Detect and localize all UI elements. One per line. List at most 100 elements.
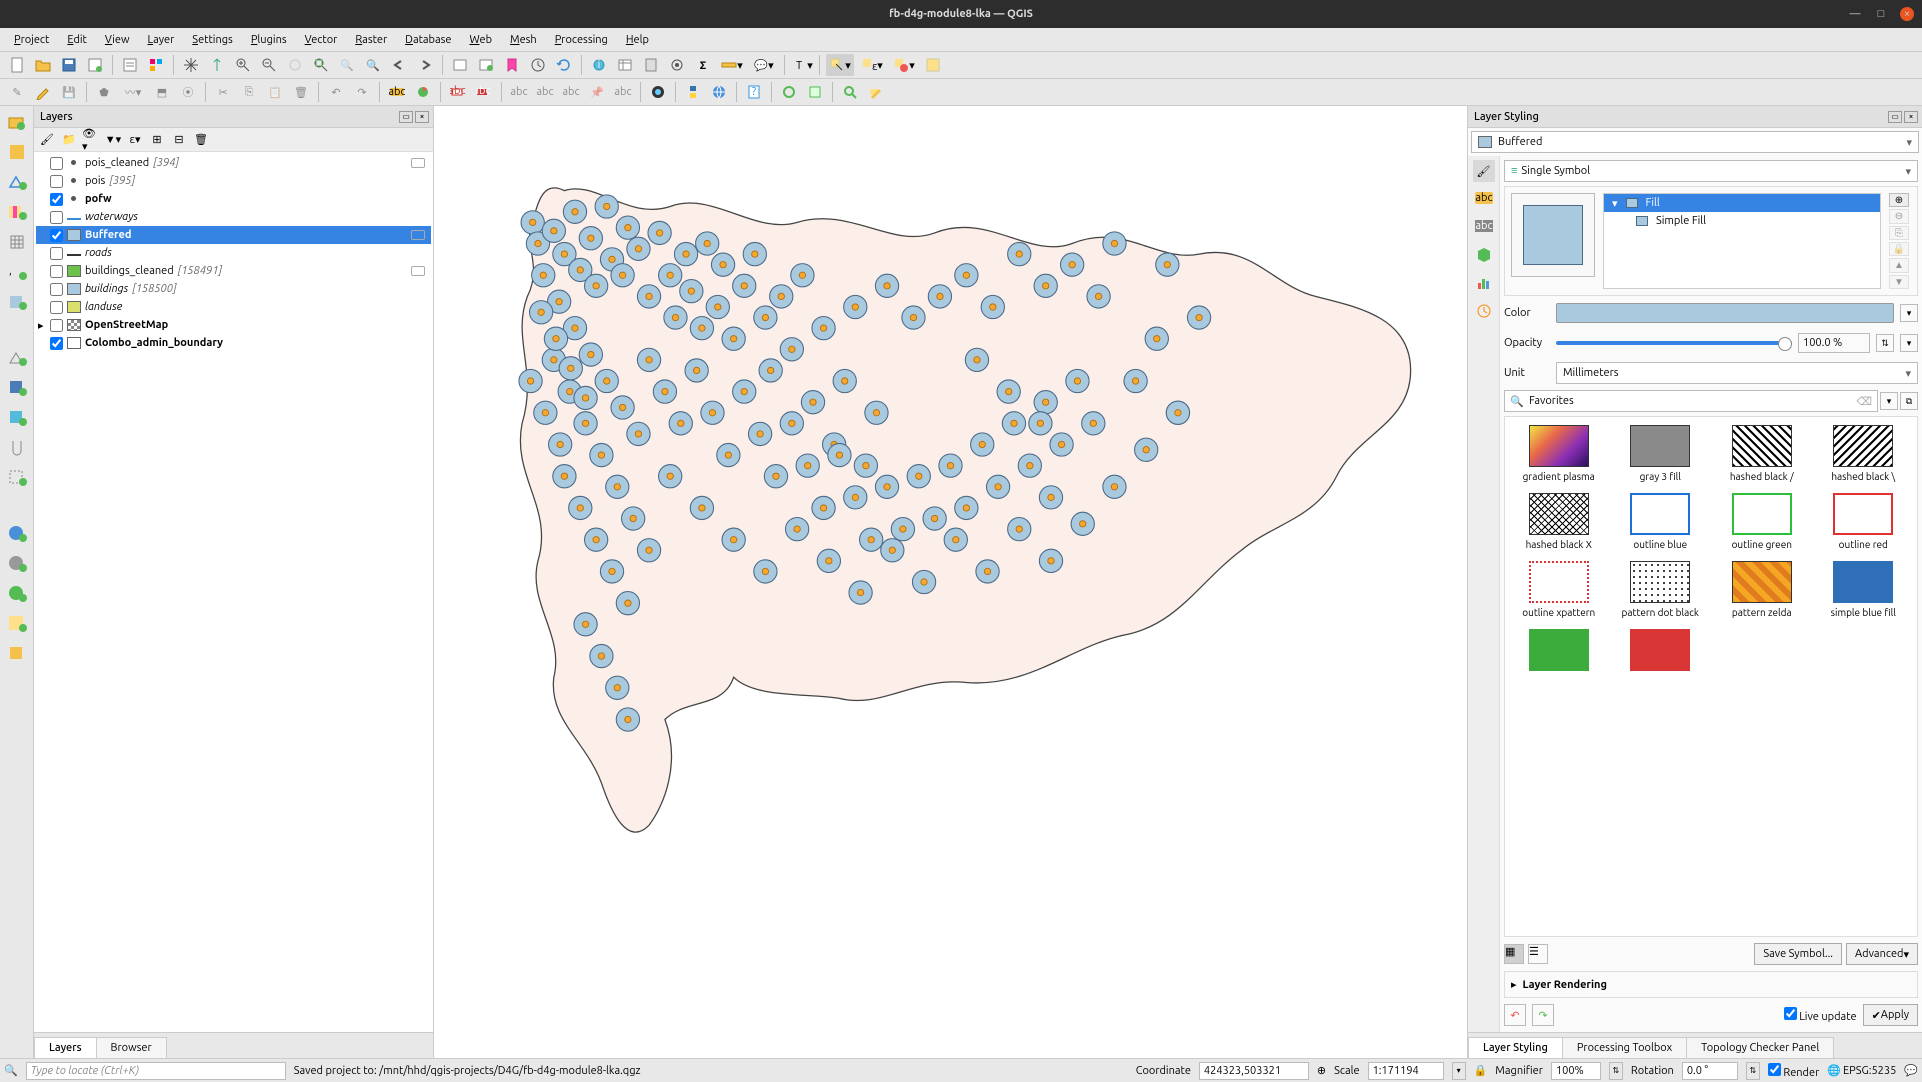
move-label-icon[interactable]: abc (508, 81, 530, 103)
zoom-selection-icon[interactable]: 🔍 (336, 54, 358, 76)
render-checkbox[interactable]: Render (1768, 1063, 1819, 1079)
new-spatial-bookmark-icon[interactable] (475, 54, 497, 76)
lock-scale-icon[interactable]: 🔒 (1474, 1064, 1488, 1077)
new-gpkg-icon[interactable] (5, 406, 29, 430)
toggle-label-icon[interactable]: abc (473, 81, 495, 103)
scale-field[interactable]: 1:171194 (1368, 1062, 1444, 1080)
lock-symbol-icon[interactable]: 🔒 (1889, 242, 1909, 256)
add-csv-icon[interactable]: , (5, 260, 29, 284)
diagrams-tab-icon[interactable] (1473, 272, 1495, 294)
add-feature-icon[interactable]: ⬟ (93, 81, 115, 103)
add-vector-icon[interactable] (5, 170, 29, 194)
dup-symbol-icon[interactable]: ⎘ (1889, 226, 1909, 240)
show-label-icon[interactable]: abc (612, 81, 634, 103)
map-canvas[interactable] (434, 106, 1467, 1058)
statistics-icon[interactable]: Σ (692, 54, 714, 76)
metasearch-icon[interactable] (708, 81, 730, 103)
gallery-list-icon[interactable]: ☰ (1528, 944, 1548, 964)
layer-row[interactable]: waterways (36, 208, 431, 226)
more-providers-icon[interactable] (5, 642, 29, 666)
window-minimize-icon[interactable]: — (1848, 7, 1862, 21)
qms-add-icon[interactable] (865, 81, 887, 103)
browser-tab[interactable]: Browser (96, 1037, 167, 1058)
help-icon[interactable]: ? (743, 81, 765, 103)
coordinate-field[interactable]: 424323,503321 (1199, 1062, 1309, 1080)
save-edits-icon[interactable]: 💾 (58, 81, 80, 103)
messages-icon[interactable]: 💬 (1904, 1064, 1918, 1077)
vertex-tool-icon[interactable]: ⦿ (177, 81, 199, 103)
layer-row[interactable]: buildings_cleaned [158491] (36, 262, 431, 280)
menu-raster[interactable]: Raster (347, 31, 395, 49)
symbol-swatch[interactable]: outline xpattern (1513, 561, 1605, 619)
toolbox-icon[interactable] (666, 54, 688, 76)
new-spatialite-icon[interactable] (5, 376, 29, 400)
open-project-icon[interactable] (32, 54, 54, 76)
new-shapefile-icon[interactable] (5, 346, 29, 370)
highlight-label-icon[interactable]: abc (447, 81, 469, 103)
panel-close-icon[interactable]: × (415, 111, 429, 123)
move-down-icon[interactable]: ▼ (1889, 275, 1909, 289)
menu-plugins[interactable]: Plugins (243, 31, 295, 49)
manage-themes-icon[interactable]: 👁▾ (82, 131, 100, 149)
symbol-search-input[interactable]: 🔍Favorites⌫ (1504, 390, 1878, 412)
menu-database[interactable]: Database (397, 31, 459, 49)
layer-visibility-checkbox[interactable] (50, 301, 63, 314)
menu-settings[interactable]: Settings (184, 31, 241, 49)
tab-processing-toolbox[interactable]: Processing Toolbox (1562, 1037, 1687, 1058)
add-mesh-icon[interactable] (5, 230, 29, 254)
symbol-swatch[interactable]: pattern zelda (1716, 561, 1808, 619)
layer-selector[interactable]: Buffered (1471, 131, 1919, 153)
locator-input[interactable]: Type to locate (Ctrl+K) (26, 1062, 286, 1080)
layer-row[interactable]: pofw (36, 190, 431, 208)
window-close-icon[interactable]: × (1900, 7, 1914, 21)
layer-visibility-checkbox[interactable] (50, 211, 63, 224)
symbol-swatch[interactable] (1615, 629, 1707, 675)
renderer-selector[interactable]: ≡Single Symbol (1504, 160, 1918, 182)
rotate-label-icon[interactable]: abc (534, 81, 556, 103)
zoom-layer-icon[interactable]: 🔍 (362, 54, 384, 76)
menu-processing[interactable]: Processing (547, 31, 616, 49)
paste-icon[interactable]: 📋 (264, 81, 286, 103)
layer-visibility-checkbox[interactable] (50, 319, 63, 332)
layer-indicator-icon[interactable] (411, 230, 425, 240)
wms-icon[interactable] (5, 522, 29, 546)
unit-selector[interactable]: Millimeters (1556, 362, 1918, 384)
delete-icon[interactable]: 🗑 (290, 81, 312, 103)
layer-row[interactable]: landuse (36, 298, 431, 316)
rotation-field[interactable]: 0.0 ° (1682, 1062, 1738, 1080)
layer-visibility-checkbox[interactable] (50, 337, 63, 350)
layer-visibility-checkbox[interactable] (50, 157, 63, 170)
layer-visibility-checkbox[interactable] (50, 229, 63, 242)
opacity-step-icon[interactable]: ⇅ (1876, 334, 1894, 352)
mag-step-icon[interactable]: ⇅ (1609, 1062, 1623, 1080)
symbol-tree[interactable]: ▾ Fill Simple Fill (1603, 193, 1881, 289)
new-project-icon[interactable] (6, 54, 28, 76)
filter-expr-icon[interactable]: ε▾ (126, 131, 144, 149)
panel-float-icon[interactable]: ▭ (399, 111, 413, 123)
layer-row[interactable]: pois [395] (36, 172, 431, 190)
menu-vector[interactable]: Vector (297, 31, 346, 49)
opacity-option-icon[interactable]: ▾ (1900, 334, 1918, 352)
symbol-swatch[interactable]: outline red (1818, 493, 1910, 551)
tab-layer-styling[interactable]: Layer Styling (1468, 1037, 1563, 1058)
quickosm2-icon[interactable] (804, 81, 826, 103)
symbol-swatch[interactable]: outline blue (1615, 493, 1707, 551)
labels-tab-icon[interactable]: abc (1473, 188, 1495, 210)
layout-manager-icon[interactable] (119, 54, 141, 76)
layer-row[interactable]: buildings [158500] (36, 280, 431, 298)
refresh-icon[interactable] (553, 54, 575, 76)
layer-visibility-checkbox[interactable] (50, 283, 63, 296)
qfield-icon[interactable] (647, 81, 669, 103)
layer-row[interactable]: Buffered (36, 226, 431, 244)
show-bookmarks-icon[interactable] (501, 54, 523, 76)
crs-button[interactable]: 🌐EPSG:5235 (1827, 1064, 1896, 1077)
style-manager-link-icon[interactable]: ⧉ (1900, 392, 1918, 410)
move-up-icon[interactable]: ▲ (1889, 258, 1909, 272)
digitize-icon[interactable]: 〰▾ (119, 81, 147, 103)
labels-icon[interactable]: abc (386, 81, 408, 103)
new-temp-icon[interactable] (5, 436, 29, 460)
masks-tab-icon[interactable]: abc (1473, 216, 1495, 238)
quickosm-icon[interactable] (778, 81, 800, 103)
add-raster-icon[interactable] (5, 200, 29, 224)
pan-selection-icon[interactable] (206, 54, 228, 76)
